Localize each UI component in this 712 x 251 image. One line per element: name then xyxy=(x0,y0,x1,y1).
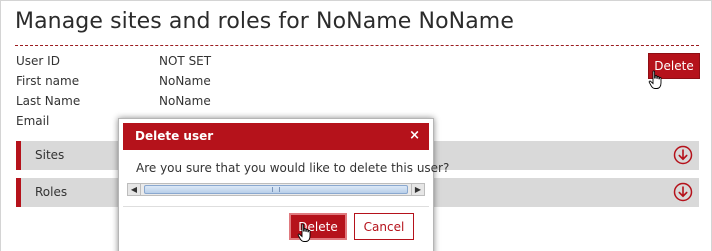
dialog-message: Are you sure that you would like to dele… xyxy=(136,161,450,175)
confirm-delete-label: Delete xyxy=(298,219,338,234)
last-name-value: NoName xyxy=(159,94,211,108)
dialog-header: Delete user × xyxy=(123,123,429,150)
user-id-value: NOT SET xyxy=(159,54,212,68)
dialog-title: Delete user xyxy=(135,129,214,143)
cancel-button[interactable]: Cancel xyxy=(354,213,414,240)
page-title: Manage sites and roles for NoName NoName xyxy=(15,9,514,34)
sites-section-label: Sites xyxy=(35,148,65,162)
expand-down-icon[interactable] xyxy=(673,145,693,165)
delete-user-dialog: Delete user × Are you sure that you woul… xyxy=(118,118,449,251)
expand-down-icon[interactable] xyxy=(673,182,693,202)
horizontal-scrollbar[interactable]: ◀ ▶ xyxy=(127,183,425,196)
scroll-left-arrow-icon[interactable]: ◀ xyxy=(128,184,141,195)
email-label: Email xyxy=(16,114,50,128)
confirm-delete-button[interactable]: Delete xyxy=(289,213,347,240)
close-icon[interactable]: × xyxy=(409,128,420,143)
dialog-footer-divider xyxy=(123,206,429,207)
title-divider xyxy=(15,45,699,46)
scroll-right-arrow-icon[interactable]: ▶ xyxy=(411,184,424,195)
scrollbar-thumb[interactable] xyxy=(144,185,408,194)
last-name-label: Last Name xyxy=(16,94,81,108)
first-name-label: First name xyxy=(16,74,80,88)
page-frame: Manage sites and roles for NoName NoName… xyxy=(0,0,712,251)
scrollbar-grip xyxy=(272,187,280,192)
first-name-value: NoName xyxy=(159,74,211,88)
delete-user-button[interactable]: Delete xyxy=(648,53,700,79)
roles-section-label: Roles xyxy=(35,185,68,199)
cancel-button-label: Cancel xyxy=(363,219,405,234)
user-id-label: User ID xyxy=(16,54,60,68)
delete-user-button-label: Delete xyxy=(654,59,694,73)
